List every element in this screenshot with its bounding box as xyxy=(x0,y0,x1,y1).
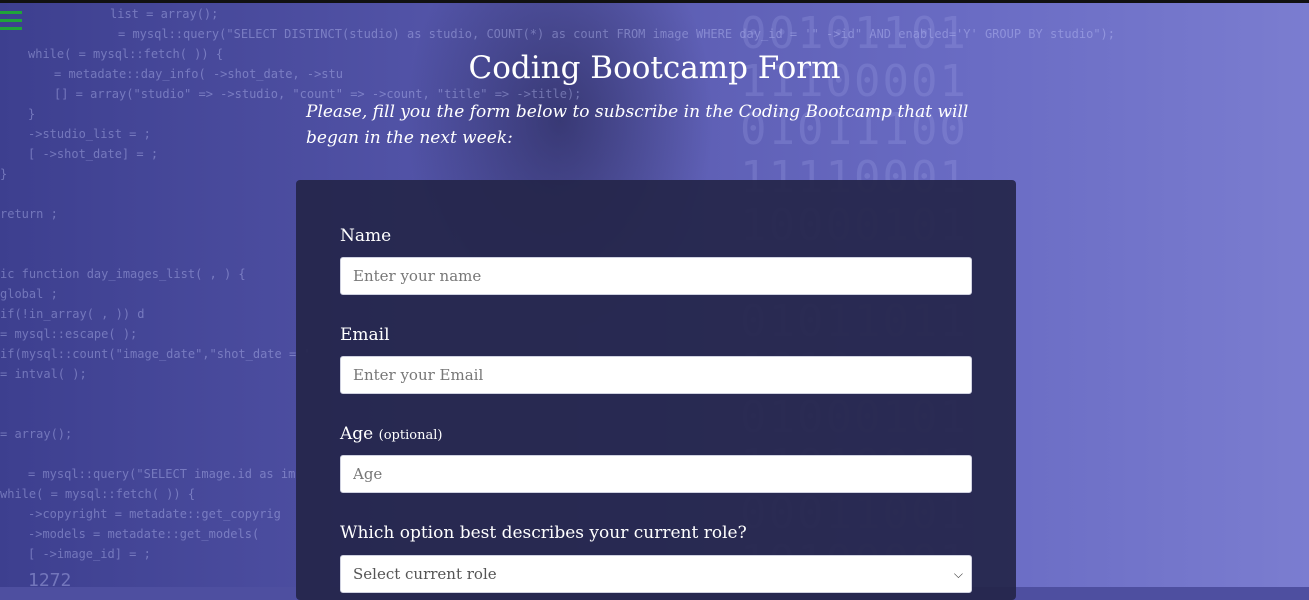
age-label: Age (optional) xyxy=(340,424,442,444)
code-line: ->copyright = metadate::get_copyrig xyxy=(28,507,281,521)
top-border xyxy=(0,0,1309,3)
code-line: return ; xyxy=(0,207,58,221)
code-line: 1272 xyxy=(28,570,72,587)
age-input[interactable] xyxy=(340,455,972,493)
optional-tag: (optional) xyxy=(378,428,443,443)
code-line: ->models = metadate::get_models( xyxy=(28,527,260,541)
role-select[interactable]: Select current role ⌵ xyxy=(340,555,972,593)
name-input[interactable] xyxy=(340,257,972,295)
code-line: if(!in_array( , )) d xyxy=(0,307,145,321)
age-label-text: Age xyxy=(340,424,374,444)
code-line: = mysql::query("SELECT image.id as im xyxy=(28,467,296,481)
email-input[interactable] xyxy=(340,356,972,394)
code-line: [ ->shot_date] = ; xyxy=(28,147,159,161)
code-line: [ ->image_id] = ; xyxy=(28,547,151,561)
code-line: list = array(); xyxy=(110,7,219,21)
code-line: } xyxy=(0,167,8,181)
code-line: } xyxy=(28,107,36,121)
code-line: global ; xyxy=(0,287,58,301)
code-line: = intval( ); xyxy=(0,367,87,381)
code-line: = mysql::escape( ); xyxy=(0,327,138,341)
page-title: Coding Bootcamp Form xyxy=(468,50,841,86)
code-line: ->studio_list = ; xyxy=(28,127,151,141)
page-subtitle: Please, fill you the form below to subsc… xyxy=(306,102,969,148)
name-label: Name xyxy=(340,226,392,246)
role-label: Which option best describes your current… xyxy=(340,523,747,543)
code-line: while( = mysql::fetch( )) { xyxy=(0,487,196,501)
code-line: if(mysql::count("image_date","shot_date … xyxy=(0,347,311,361)
code-line: = array(); xyxy=(0,427,73,441)
form-card: Name Email Age (optional) Which option b… xyxy=(296,180,1016,600)
role-select-value: Select current role xyxy=(353,565,497,583)
hamburger-menu-icon[interactable] xyxy=(0,11,22,39)
code-line: ic function day_images_list( , ) { xyxy=(0,267,246,281)
email-label: Email xyxy=(340,325,390,345)
